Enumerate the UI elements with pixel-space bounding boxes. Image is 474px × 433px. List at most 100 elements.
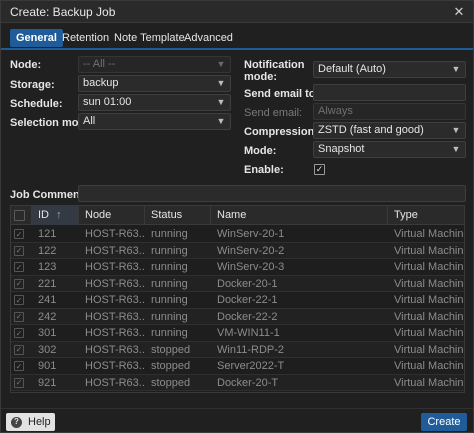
question-circle-icon: ? bbox=[11, 416, 22, 428]
cell-status: running bbox=[151, 228, 188, 240]
cell-name: WinServ-20-3 bbox=[217, 261, 285, 273]
cell-name: Win11-RDP-2 bbox=[217, 343, 285, 356]
cell-node: HOST-R63... bbox=[85, 244, 145, 257]
column-header-status[interactable]: Status bbox=[145, 206, 211, 225]
table-row[interactable]: ✓ 921 HOST-R63... stopped Docker-20-T Virtual… bbox=[11, 374, 464, 391]
cell-id: 123 bbox=[38, 261, 57, 273]
schedule-select[interactable]: sun 01:00 ▼ bbox=[78, 94, 231, 111]
schedule-label: Schedule: bbox=[10, 98, 63, 110]
table-row[interactable]: ✓ 123 HOST-R63... running WinServ-20-3 Virtua… bbox=[11, 259, 465, 276]
dialog-title: Create: Backup Job bbox=[10, 5, 116, 19]
cell-type: Virtual Machine bbox=[394, 228, 465, 240]
storage-value: backup bbox=[83, 77, 119, 89]
table-row[interactable]: ✓ 301 HOST-R63... running VM-WIN11-1 Virtual … bbox=[11, 325, 465, 342]
send-email-select[interactable]: Always bbox=[313, 103, 466, 120]
title-bar: Create: Backup Job ✕ bbox=[1, 1, 473, 23]
help-button[interactable]: ? Help bbox=[6, 413, 55, 431]
storage-label: Storage: bbox=[10, 79, 55, 91]
cell-type: Virtual Machine bbox=[394, 244, 465, 257]
close-icon[interactable]: ✕ bbox=[451, 4, 467, 20]
node-select[interactable]: -- All -- ▼ bbox=[78, 56, 231, 73]
cell-id: 122 bbox=[38, 244, 57, 257]
column-header-name[interactable]: Name bbox=[211, 206, 388, 225]
cell-id: 242 bbox=[38, 310, 57, 323]
row-checkbox[interactable]: ✓ bbox=[14, 262, 24, 272]
chevron-down-icon: ▼ bbox=[451, 144, 461, 154]
table-row[interactable]: ✓ 242 HOST-R63... running Docker-22-2 Virtual… bbox=[11, 308, 464, 325]
cell-type: Virtual Machine bbox=[394, 343, 465, 356]
row-checkbox[interactable]: ✓ bbox=[14, 361, 24, 371]
cell-name: Docker-20-T bbox=[217, 376, 279, 389]
compression-value: ZSTD (fast and good) bbox=[318, 124, 424, 136]
cell-id: 301 bbox=[38, 327, 57, 339]
create-button[interactable]: Create bbox=[421, 413, 467, 431]
row-checkbox[interactable]: ✓ bbox=[14, 311, 24, 322]
tab-bar: General Retention Note Template Advanced bbox=[1, 27, 473, 47]
cell-status: stopped bbox=[151, 376, 191, 389]
row-checkbox[interactable]: ✓ bbox=[14, 377, 24, 388]
cell-id: 901 bbox=[38, 360, 57, 372]
notification-mode-label-line1: Notification bbox=[244, 59, 305, 71]
job-comment-input[interactable] bbox=[78, 185, 466, 202]
storage-select[interactable]: backup ▼ bbox=[78, 75, 231, 92]
notification-mode-select[interactable]: Default (Auto) ▼ bbox=[313, 61, 466, 78]
table-body: ✓ 121 HOST-R63... running WinServ-20-1 Virtua… bbox=[11, 226, 465, 392]
enable-checkbox[interactable]: ✓ bbox=[314, 164, 325, 175]
cell-status: running bbox=[151, 310, 188, 323]
column-header-id[interactable]: ID ↑ bbox=[32, 206, 79, 225]
row-checkbox[interactable]: ✓ bbox=[14, 344, 24, 355]
row-checkbox[interactable]: ✓ bbox=[14, 278, 24, 289]
column-header-type[interactable]: Type bbox=[388, 206, 464, 225]
cell-node: HOST-R63... bbox=[85, 294, 145, 306]
column-header-node[interactable]: Node bbox=[79, 206, 145, 225]
cell-node: HOST-R63... bbox=[85, 261, 145, 273]
mode-value: Snapshot bbox=[318, 143, 365, 155]
send-email-to-input[interactable] bbox=[313, 84, 466, 101]
table-row[interactable]: ✓ 221 HOST-R63... running Docker-20-1 Virtual… bbox=[11, 275, 464, 292]
notification-mode-label-line2: mode: bbox=[244, 71, 277, 83]
select-all-checkbox[interactable] bbox=[14, 210, 25, 221]
table-row[interactable]: ✓ 901 HOST-R63... stopped Server2022-T Virtua… bbox=[11, 358, 465, 375]
row-checkbox[interactable]: ✓ bbox=[14, 245, 24, 256]
chevron-down-icon: ▼ bbox=[216, 78, 226, 88]
sort-ascending-icon: ↑ bbox=[56, 209, 62, 221]
cell-status: stopped bbox=[151, 343, 191, 356]
backup-job-dialog: Create: Backup Job ✕ General Retention N… bbox=[0, 0, 474, 433]
chevron-down-icon: ▼ bbox=[216, 97, 226, 107]
tab-advanced[interactable]: Advanced bbox=[178, 29, 239, 47]
mode-label: Mode: bbox=[244, 145, 277, 157]
cell-type: Virtual Machine bbox=[394, 294, 465, 306]
send-email-to-label: Send email to: bbox=[244, 88, 320, 100]
cell-name: Docker-22-1 bbox=[217, 294, 278, 306]
cell-status: stopped bbox=[151, 360, 191, 372]
row-checkbox[interactable]: ✓ bbox=[14, 229, 24, 239]
selection-mode-select[interactable]: All ▼ bbox=[78, 113, 231, 130]
compression-select[interactable]: ZSTD (fast and good) ▼ bbox=[313, 122, 466, 139]
cell-status: running bbox=[151, 277, 188, 290]
row-checkbox[interactable]: ✓ bbox=[14, 295, 24, 305]
row-checkbox[interactable]: ✓ bbox=[14, 328, 24, 338]
guest-table: ID ↑ Node Status Name Type ✓ 121 HOST-R63.… bbox=[10, 205, 465, 393]
cell-type: Virtual Machine bbox=[394, 327, 465, 339]
cell-type: Virtual Machine bbox=[394, 261, 465, 273]
node-value: -- All -- bbox=[83, 58, 116, 70]
send-email-label: Send email: bbox=[244, 107, 303, 119]
table-row[interactable]: ✓ 241 HOST-R63... running Docker-22-1 Virtual… bbox=[11, 292, 465, 309]
tab-retention[interactable]: Retention bbox=[56, 29, 115, 47]
cell-id: 221 bbox=[38, 277, 57, 290]
mode-select[interactable]: Snapshot ▼ bbox=[313, 141, 466, 158]
cell-status: running bbox=[151, 327, 188, 339]
cell-node: HOST-R63... bbox=[85, 360, 145, 372]
cell-node: HOST-R63... bbox=[85, 343, 145, 356]
table-row[interactable]: ✓ 122 HOST-R63... running WinServ-20-2 Virtua… bbox=[11, 242, 465, 259]
table-row[interactable]: ✓ 121 HOST-R63... running WinServ-20-1 Virtua… bbox=[11, 226, 465, 243]
table-row[interactable]: ✓ 302 HOST-R63... stopped Win11-RDP-2 Virtual… bbox=[11, 341, 465, 358]
node-label: Node: bbox=[10, 59, 42, 71]
cell-name: WinServ-20-1 bbox=[217, 228, 285, 240]
cell-node: HOST-R63... bbox=[85, 228, 145, 240]
select-all-cell[interactable] bbox=[11, 206, 32, 225]
job-comment-label: Job Comment: bbox=[10, 189, 87, 201]
cell-id: 241 bbox=[38, 294, 57, 306]
cell-type: Virtual Machine bbox=[394, 360, 465, 372]
chevron-down-icon: ▼ bbox=[216, 116, 226, 126]
